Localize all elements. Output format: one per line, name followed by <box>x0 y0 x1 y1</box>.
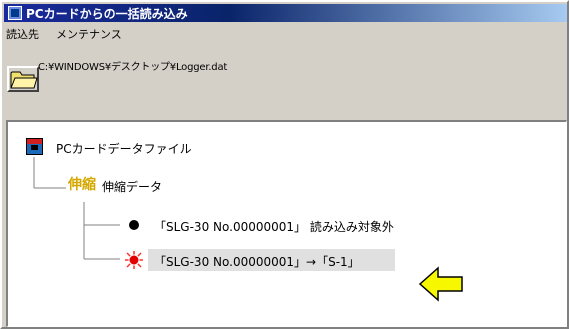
tree-item-mapped[interactable]: 「SLG-30 No.00000001」→「S-1」 <box>154 253 360 270</box>
pointer-arrow-icon <box>418 266 463 302</box>
window-title: PCカードからの一括読み込み <box>26 7 188 21</box>
menu-item-read-destination[interactable]: 読込先 <box>6 26 39 42</box>
app-window: PCカードからの一括読み込み 読込先 メンテナンス C:¥WINDOWS¥デスク… <box>0 0 569 329</box>
open-folder-button[interactable] <box>7 66 39 92</box>
pc-card-file-icon <box>26 138 43 155</box>
tree-root-label[interactable]: PCカードデータファイル <box>56 140 192 157</box>
app-icon <box>8 6 22 20</box>
compress-icon: 伸縮 <box>68 177 96 193</box>
tree-view[interactable]: PCカードデータファイル 伸縮 伸縮データ 「SLG-30 No.0000000… <box>6 120 567 327</box>
active-status-burst-icon <box>125 251 143 269</box>
excluded-status-dot-icon <box>129 220 139 230</box>
file-path-label: C:¥WINDOWS¥デスクトップ¥Logger.dat <box>38 62 228 73</box>
toolbar: C:¥WINDOWS¥デスクトップ¥Logger.dat <box>4 44 567 120</box>
folder-icon <box>10 71 38 89</box>
menu-bar: 読込先 メンテナンス <box>4 24 567 42</box>
menu-item-maintenance[interactable]: メンテナンス <box>56 26 122 42</box>
tree-item-excluded[interactable]: 「SLG-30 No.00000001」 読み込み対象外 <box>154 218 394 235</box>
title-bar[interactable]: PCカードからの一括読み込み <box>4 4 567 22</box>
tree-compress-label[interactable]: 伸縮データ <box>102 178 162 195</box>
